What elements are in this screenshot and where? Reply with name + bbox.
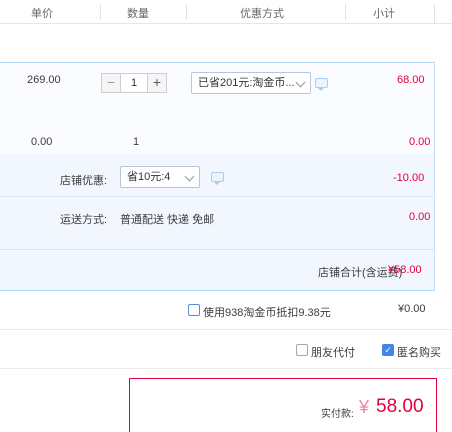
chevron-down-icon — [184, 171, 195, 182]
item-discount-select[interactable]: 已省201元:淘金币... — [191, 72, 311, 94]
quantity-decrease-button[interactable]: − — [101, 73, 121, 93]
chat-bubble-icon[interactable] — [211, 172, 224, 185]
item-discount-select-value: 已省201元:淘金币... — [198, 77, 295, 89]
header-divider — [434, 4, 435, 24]
column-header-subtotal: 小计 — [373, 8, 395, 20]
friend-pay-label: 朋友代付 — [311, 347, 355, 359]
divider — [0, 196, 435, 197]
item-quantity: 1 — [133, 136, 140, 148]
column-header-unit-price: 单价 — [31, 8, 53, 20]
shop-discount-label: 店铺优惠: — [60, 175, 108, 187]
shop-discount-amount: -10.00 — [393, 172, 425, 184]
shipping-method: 普通配送 快递 免邮 — [120, 214, 215, 226]
quantity-stepper: − 1 + — [101, 73, 176, 93]
column-header-quantity: 数量 — [127, 8, 149, 20]
payment-label: 实付款: — [321, 409, 354, 420]
quantity-increase-button[interactable]: + — [147, 73, 167, 93]
use-coins-checkbox[interactable] — [188, 304, 200, 316]
quantity-input[interactable]: 1 — [121, 73, 147, 93]
item-subtotal: 0.00 — [409, 136, 431, 148]
divider — [0, 290, 435, 291]
coins-amount: ¥0.00 — [398, 303, 426, 315]
header-divider — [100, 4, 101, 20]
chat-bubble-icon[interactable] — [315, 78, 328, 91]
item-unit-price: 0.00 — [31, 136, 53, 148]
chevron-down-icon — [295, 77, 306, 88]
payment-currency: ¥ — [359, 397, 370, 417]
shipping-label: 运送方式: — [60, 214, 108, 226]
friend-pay-checkbox[interactable] — [296, 344, 308, 356]
use-coins-label: 使用938淘金币抵扣9.38元 — [203, 307, 331, 319]
shop-discount-select[interactable]: 省10元:4 — [120, 166, 200, 188]
payment-amount: 58.00 — [376, 396, 424, 417]
divider — [0, 368, 452, 369]
anonymous-purchase-checkbox[interactable]: ✓ — [382, 344, 394, 356]
divider — [0, 329, 452, 330]
item-unit-price: 269.00 — [27, 74, 61, 86]
item-subtotal: 68.00 — [397, 74, 425, 86]
header-divider — [345, 4, 346, 20]
shop-discount-select-value: 省10元:4 — [127, 171, 171, 183]
shop-total-amount: ¥58.00 — [388, 264, 422, 276]
shipping-amount: 0.00 — [409, 211, 431, 223]
anonymous-purchase-label: 匿名购买 — [397, 347, 441, 359]
column-header-discount-method: 优惠方式 — [240, 8, 284, 20]
header-divider — [186, 4, 187, 20]
divider — [0, 249, 435, 250]
